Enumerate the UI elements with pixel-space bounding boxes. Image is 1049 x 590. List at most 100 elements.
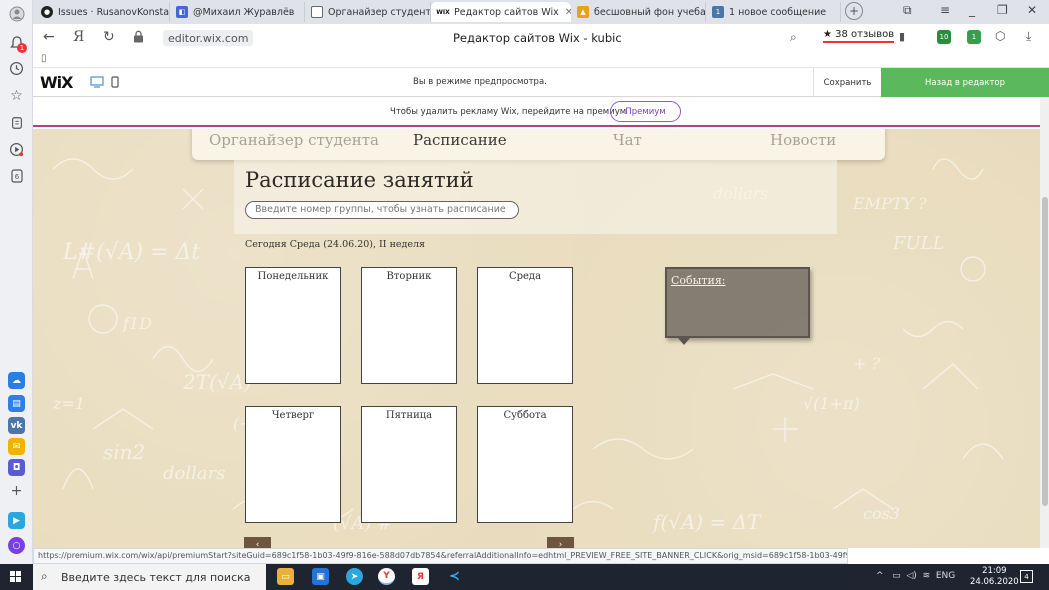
day-card-friday: Пятница	[361, 406, 457, 523]
nav-organizer[interactable]: Органайзер студента	[209, 131, 379, 149]
day-label: Понедельник	[257, 271, 329, 282]
search-icon: ⌕	[41, 569, 48, 583]
day-label: Среда	[508, 271, 542, 282]
restore-icon[interactable]: ❐	[997, 3, 1008, 17]
svg-text:+ ?: + ?	[853, 354, 880, 373]
tab-title: Issues · RusanovKonstanti	[58, 6, 170, 18]
svg-text:2T(√A): 2T(√A)	[182, 370, 252, 394]
tray-chevron-icon[interactable]: ^	[876, 571, 884, 581]
extension-badge[interactable]: 10	[937, 30, 951, 44]
bookmark-icon[interactable]: ▮	[899, 30, 905, 43]
wifi-icon[interactable]: ≋	[923, 571, 931, 581]
next-arrow-button[interactable]: ›	[547, 537, 574, 548]
day-label: Вторник	[386, 271, 432, 282]
tab-background-search[interactable]: ▲ бесшовный фон учеба: Я	[571, 2, 706, 22]
language-indicator[interactable]: ENG	[936, 571, 955, 581]
mail-app-icon[interactable]: ✉	[8, 438, 25, 455]
today-label: Сегодня Среда (24.06.20), II неделя	[245, 239, 426, 250]
day-label: Пятница	[385, 410, 433, 421]
premium-button[interactable]: Премиум	[610, 101, 681, 122]
music-app-icon[interactable]: ▶	[8, 512, 25, 529]
tab-strip: ● Issues · RusanovKonstanti ◧ @Михаил Жу…	[33, 0, 1049, 24]
svg-text:L#(√A) = Δt: L#(√A) = Δt	[62, 240, 200, 265]
bookmarks-star-icon[interactable]: ☆	[7, 86, 26, 105]
wix-icon: WIX	[436, 8, 450, 16]
alice-app-icon[interactable]: ○	[8, 537, 25, 554]
new-tab-button[interactable]: +	[845, 2, 863, 20]
battery-icon[interactable]: ▭	[892, 571, 901, 581]
svg-text:f(√A) = ΔT: f(√A) = ΔT	[651, 510, 762, 534]
wix-logo: WiX	[40, 73, 73, 92]
tab-organizer[interactable]: Органайзер студента	[305, 2, 431, 22]
group-number-input[interactable]: Введите номер группы, чтобы узнать распи…	[245, 201, 519, 219]
yandex-logo-icon[interactable]: Я	[73, 29, 84, 45]
nav-schedule[interactable]: Расписание	[413, 131, 507, 149]
nav-chat[interactable]: Чат	[613, 131, 642, 149]
taskbar-clock[interactable]: 21:09 24.06.2020	[970, 566, 1019, 588]
notification-badge: 1	[17, 43, 27, 53]
tab-wix-editor[interactable]: WIX Редактор сайтов Wix ✕	[431, 2, 571, 22]
notes-icon[interactable]	[7, 113, 26, 132]
extension-badge[interactable]: 1	[967, 30, 981, 44]
vk-app-icon[interactable]: vk	[8, 417, 25, 434]
url-field[interactable]: editor.wix.com	[163, 30, 254, 46]
history-icon[interactable]	[7, 59, 26, 78]
volume-icon[interactable]: ◁)	[906, 571, 916, 581]
clock-date: 24.06.2020	[970, 577, 1019, 587]
taskbar-search-field[interactable]: ⌕ Введите здесь текст для поиска	[33, 564, 266, 590]
profile-icon[interactable]	[7, 4, 26, 23]
search-icon[interactable]: ⌕	[790, 30, 797, 45]
mobile-view-icon[interactable]	[111, 76, 119, 91]
day-card-wednesday: Среда	[477, 267, 573, 384]
tab-title: бесшовный фон учеба: Я	[594, 6, 706, 18]
premium-banner: Чтобы удалить рекламу Wix, перейдите на …	[33, 97, 1040, 127]
store-icon[interactable]: ▣	[312, 568, 329, 585]
yandex-browser-icon[interactable]: Y	[378, 568, 395, 585]
weather-app-icon[interactable]: ☁	[8, 372, 25, 389]
github-icon: ●	[41, 6, 53, 18]
back-to-editor-button[interactable]: Назад в редактор	[881, 68, 1049, 97]
close-window-icon[interactable]: ✕	[1027, 3, 1037, 17]
document-icon	[311, 6, 323, 18]
download-icon[interactable]: ⤓	[1026, 29, 1031, 44]
windows-taskbar: ⌕ Введите здесь текст для поиска ▭ ▣ ➤ Y…	[0, 564, 1049, 590]
system-tray[interactable]: ^ ▭ ◁) ≋ ENG	[876, 571, 955, 581]
site-navigation: Органайзер студента Расписание Чат Новос…	[192, 129, 885, 160]
taskbar-search-placeholder: Введите здесь текст для поиска	[61, 570, 251, 584]
telegram-icon[interactable]: ➤	[346, 568, 363, 585]
events-title[interactable]: События:	[671, 274, 725, 287]
yandex-icon[interactable]: Я	[412, 568, 429, 585]
nav-news[interactable]: Новости	[770, 131, 836, 149]
wix-preview-bar: WiX Вы в режиме предпросмотра. Сохранить…	[33, 68, 1049, 97]
reviews-link[interactable]: ★ 38 отзывов	[823, 29, 895, 43]
browser-sidebar: 1 ☆ 6 ☁ ▤ vk ✉ ◘ + ▶ ○	[0, 0, 33, 564]
vscode-icon[interactable]: ≺	[446, 568, 463, 585]
back-arrow-icon[interactable]: ←	[43, 29, 55, 45]
desktop-view-icon[interactable]	[90, 76, 104, 91]
tab-vk-message[interactable]: 1 1 новое сообщение	[706, 2, 841, 22]
bookmark-page-icon[interactable]: ▯	[41, 53, 47, 64]
documents-app-icon[interactable]: ▤	[8, 395, 25, 412]
minimize-icon[interactable]: _	[969, 3, 975, 17]
media-icon[interactable]	[7, 140, 26, 159]
windows-start-icon[interactable]	[10, 571, 22, 583]
add-app-icon[interactable]: +	[7, 481, 26, 500]
file-explorer-icon[interactable]: ▭	[277, 568, 294, 585]
tab-title: @Михаил Журавлёв	[193, 6, 295, 18]
messenger-app-icon[interactable]: ◘	[8, 459, 25, 476]
chat-icon: ◧	[176, 6, 188, 18]
page-scrollbar-thumb[interactable]	[1042, 197, 1048, 506]
tab-chat[interactable]: ◧ @Михаил Журавлёв	[170, 2, 305, 22]
svg-text:sin2: sin2	[103, 440, 145, 464]
menu-icon[interactable]: ≡	[940, 3, 950, 17]
tabs-overview-icon[interactable]: ⧉	[903, 3, 912, 18]
collections-icon[interactable]: 6	[7, 166, 26, 185]
reload-icon[interactable]: ↻	[103, 29, 115, 45]
action-center-icon[interactable]: 4	[1020, 570, 1033, 583]
day-label: Четверг	[271, 410, 315, 421]
image-icon: ▲	[577, 6, 589, 18]
tab-github[interactable]: ● Issues · RusanovKonstanti	[35, 2, 170, 22]
extensions-icon[interactable]: ⬡	[995, 29, 1005, 43]
save-button[interactable]: Сохранить	[813, 68, 881, 97]
prev-arrow-button[interactable]: ‹	[244, 537, 271, 548]
